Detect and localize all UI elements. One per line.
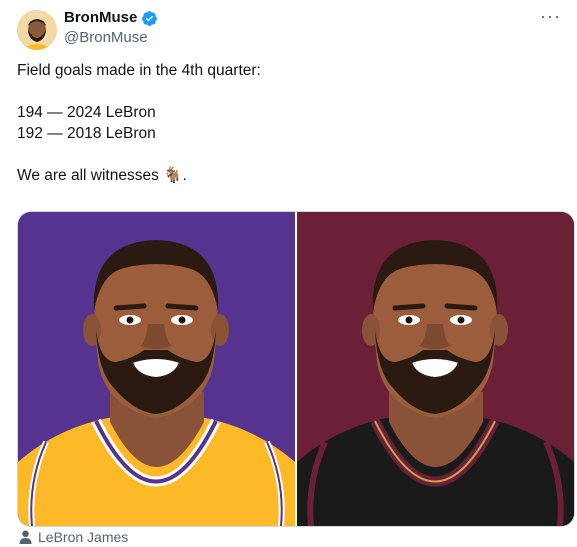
handle[interactable]: @BronMuse <box>64 28 158 48</box>
tagged-user-label: LeBron James <box>38 529 129 545</box>
verified-badge-icon <box>142 10 158 26</box>
tweet-line: 194 — 2024 LeBron <box>17 104 156 121</box>
tweet-line: We are all witnesses 🐐. <box>17 167 187 184</box>
media-image-right[interactable] <box>297 212 574 526</box>
tweet[interactable]: BronMuse @BronMuse ··· Field goals made … <box>0 0 577 547</box>
more-options-icon[interactable]: ··· <box>540 6 561 27</box>
display-name[interactable]: BronMuse <box>64 8 137 28</box>
tweet-header: BronMuse @BronMuse <box>64 8 158 48</box>
media-image-left[interactable] <box>18 212 297 526</box>
avatar[interactable] <box>17 10 57 50</box>
tweet-line: 192 — 2018 LeBron <box>17 125 156 142</box>
media-container[interactable] <box>17 211 575 527</box>
tweet-text: Field goals made in the 4th quarter: 194… <box>17 60 557 186</box>
tweet-line: Field goals made in the 4th quarter: <box>17 62 261 79</box>
person-icon <box>19 530 32 544</box>
tagged-user[interactable]: LeBron James <box>19 529 128 545</box>
